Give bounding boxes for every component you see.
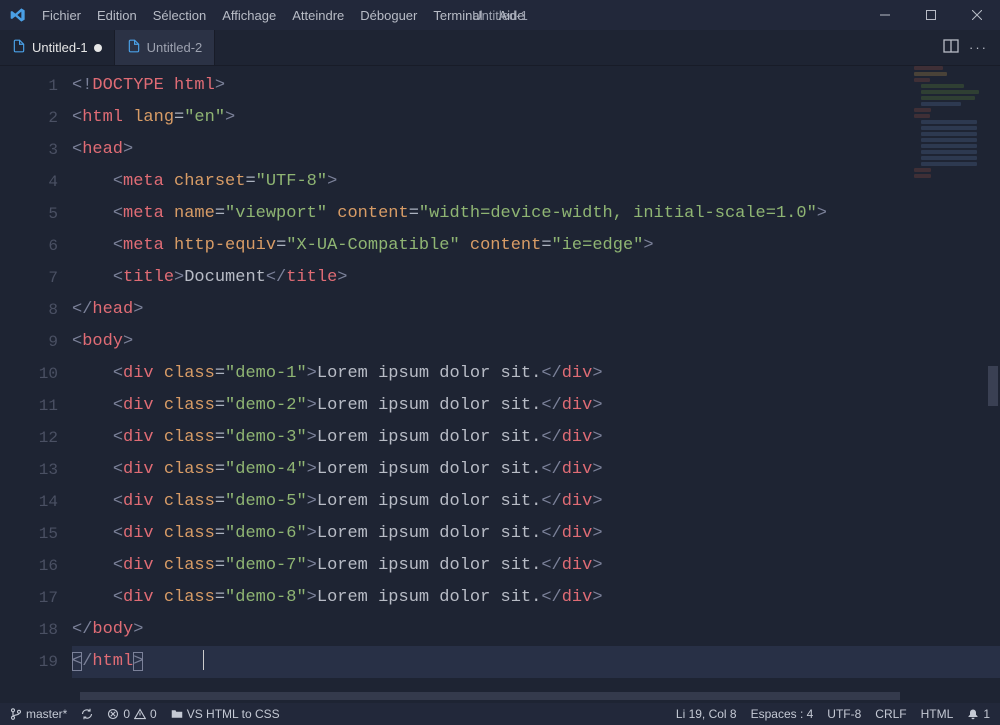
git-branch-icon: [10, 708, 22, 720]
indent-setting[interactable]: Espaces : 4: [751, 707, 814, 721]
status-bar: master* 0 0 VS HTML to CSS Li 19, Col 8 …: [0, 703, 1000, 725]
git-branch[interactable]: master*: [10, 707, 67, 721]
tab-untitled-2[interactable]: Untitled-2: [115, 30, 216, 65]
notifications[interactable]: 1: [967, 707, 990, 721]
tab-label: Untitled-2: [147, 40, 203, 55]
branch-name: master*: [26, 707, 67, 721]
menu-fichier[interactable]: Fichier: [34, 8, 89, 23]
more-actions-icon[interactable]: ···: [969, 40, 988, 55]
editor-area[interactable]: 12345678910111213141516171819 <!DOCTYPE …: [0, 66, 1000, 703]
horizontal-scrollbar[interactable]: [80, 691, 980, 701]
warning-icon: [134, 708, 146, 720]
menu-atteindre[interactable]: Atteindre: [284, 8, 352, 23]
bell-icon: [967, 708, 979, 720]
notification-count: 1: [983, 707, 990, 721]
menu-affichage[interactable]: Affichage: [214, 8, 284, 23]
file-icon: [12, 39, 26, 56]
close-button[interactable]: [954, 0, 1000, 30]
sync-icon: [81, 708, 93, 720]
file-icon: [127, 39, 141, 56]
sync-button[interactable]: [81, 708, 93, 720]
minimap[interactable]: [914, 66, 986, 186]
menu-bar: Fichier Edition Sélection Affichage Atte…: [34, 8, 533, 23]
cursor-position[interactable]: Li 19, Col 8: [676, 707, 737, 721]
window-title: Untitled-1: [472, 8, 528, 23]
title-bar: Fichier Edition Sélection Affichage Atte…: [0, 0, 1000, 30]
scroll-thumb[interactable]: [988, 366, 998, 406]
code-content[interactable]: <!DOCTYPE html><html lang="en"><head> <m…: [72, 66, 1000, 703]
menu-deboguer[interactable]: Déboguer: [352, 8, 425, 23]
tab-bar: Untitled-1 Untitled-2 ···: [0, 30, 1000, 66]
line-numbers: 12345678910111213141516171819: [0, 66, 72, 703]
split-editor-icon[interactable]: [943, 38, 959, 57]
minimize-button[interactable]: [862, 0, 908, 30]
error-count: 0: [123, 707, 130, 721]
problems[interactable]: 0 0: [107, 707, 156, 721]
menu-selection[interactable]: Sélection: [145, 8, 214, 23]
encoding-setting[interactable]: UTF-8: [827, 707, 861, 721]
warning-count: 0: [150, 707, 157, 721]
language-mode[interactable]: HTML: [921, 707, 954, 721]
eol-setting[interactable]: CRLF: [875, 707, 906, 721]
tab-label: Untitled-1: [32, 40, 88, 55]
task-runner[interactable]: VS HTML to CSS: [171, 707, 280, 721]
menu-edition[interactable]: Edition: [89, 8, 145, 23]
error-icon: [107, 708, 119, 720]
tab-untitled-1[interactable]: Untitled-1: [0, 30, 115, 65]
task-label: VS HTML to CSS: [187, 707, 280, 721]
text-cursor: [203, 650, 204, 670]
vscode-logo-icon: [8, 5, 28, 25]
folder-icon: [171, 708, 183, 720]
maximize-button[interactable]: [908, 0, 954, 30]
dirty-indicator-icon: [94, 44, 102, 52]
vertical-scrollbar[interactable]: [986, 66, 1000, 703]
scroll-thumb[interactable]: [80, 692, 900, 700]
